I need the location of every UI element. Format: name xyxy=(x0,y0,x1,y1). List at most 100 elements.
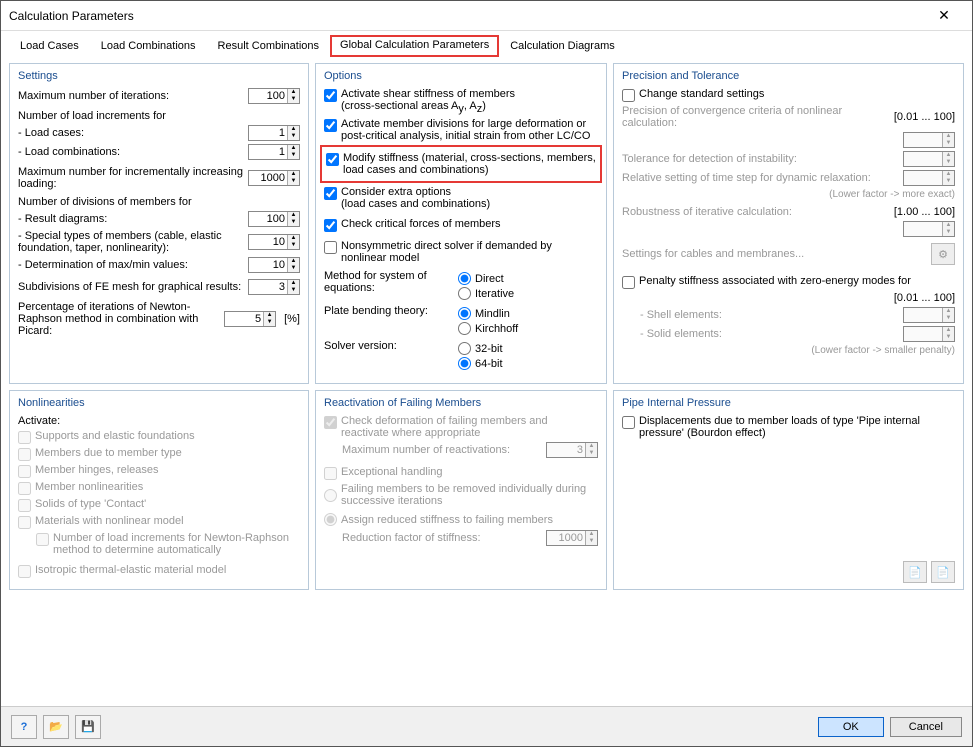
incr-header: Number of load increments for xyxy=(18,110,300,122)
chk-members-type: Members due to member type xyxy=(18,447,300,461)
save-button[interactable]: 💾 xyxy=(75,715,101,739)
red-input: ▲▼ xyxy=(546,530,598,546)
group-nonlin: Nonlinearities Activate: Supports and el… xyxy=(9,390,309,590)
tol-input: ▲▼ xyxy=(903,151,955,167)
group-settings-title: Settings xyxy=(18,70,300,82)
group-pipe-title: Pipe Internal Pressure xyxy=(622,397,955,409)
close-button[interactable]: ✕ xyxy=(924,2,964,30)
radio-32bit[interactable]: 32-bit xyxy=(458,342,503,355)
det-label: - Determination of max/min values: xyxy=(18,259,244,271)
window-title: Calculation Parameters xyxy=(9,9,924,23)
react-max-input: ▲▼ xyxy=(546,442,598,458)
group-settings: Settings Maximum number of iterations: ▲▼… xyxy=(9,63,309,384)
chk-change-settings[interactable]: Change standard settings xyxy=(622,88,955,102)
group-precision-title: Precision and Tolerance xyxy=(622,70,955,82)
solid-input: ▲▼ xyxy=(903,326,955,342)
group-options: Options Activate shear stiffness of memb… xyxy=(315,63,607,384)
chk-nonsym[interactable]: Nonsymmetric direct solver if demanded b… xyxy=(324,240,598,264)
react-max-label: Maximum number of reactivations: xyxy=(342,444,542,456)
chk-member-nonlin: Member nonlinearities xyxy=(18,481,300,495)
radio-direct[interactable]: Direct xyxy=(458,272,514,285)
cables-settings-button[interactable]: ⚙ xyxy=(931,243,955,265)
method-label: Method for system of equations: xyxy=(324,270,454,294)
chk-iso: Isotropic thermal-elastic material model xyxy=(18,564,300,578)
chk-critical[interactable]: Check critical forces of members xyxy=(324,218,598,232)
solver-label: Solver version: xyxy=(324,340,454,352)
res-input[interactable]: ▲▼ xyxy=(248,211,300,227)
gear-icon: ⚙ xyxy=(938,248,948,261)
radio-64bit[interactable]: 64-bit xyxy=(458,357,503,370)
help-button[interactable]: ? xyxy=(11,715,37,739)
red-label: Reduction factor of stiffness: xyxy=(342,532,542,544)
chk-nr-auto: Number of load increments for Newton-Rap… xyxy=(36,532,300,556)
shell-input: ▲▼ xyxy=(903,307,955,323)
pen-range: [0.01 ... 100] xyxy=(894,292,955,304)
highlight-modify-stiffness: Modify stiffness (material, cross-sectio… xyxy=(320,145,602,183)
radio-kirchhoff[interactable]: Kirchhoff xyxy=(458,322,518,335)
group-nonlin-title: Nonlinearities xyxy=(18,397,300,409)
conv-range: [0.01 ... 100] xyxy=(894,111,955,123)
chk-modify-stiffness[interactable]: Modify stiffness (material, cross-sectio… xyxy=(326,152,596,176)
tab-load-combinations[interactable]: Load Combinations xyxy=(90,35,207,57)
div-header: Number of divisions of members for xyxy=(18,196,300,208)
radio-mindlin[interactable]: Mindlin xyxy=(458,307,518,320)
folder-icon: 📂 xyxy=(49,720,63,733)
group-options-title: Options xyxy=(324,70,598,82)
radio-assign-reduced: Assign reduced stiffness to failing memb… xyxy=(324,513,598,526)
spec-label: - Special types of members (cable, elast… xyxy=(18,230,244,254)
rel-input: ▲▼ xyxy=(903,170,955,186)
chk-supports: Supports and elastic foundations xyxy=(18,430,300,444)
ok-button[interactable]: OK xyxy=(818,717,884,737)
conv-input: ▲▼ xyxy=(903,132,955,148)
corner-btn-2[interactable]: 📄 xyxy=(931,561,955,583)
open-button[interactable]: 📂 xyxy=(43,715,69,739)
tab-calc-diagrams[interactable]: Calculation Diagrams xyxy=(499,35,626,57)
pct-label: [%] xyxy=(284,313,300,325)
lc-input[interactable]: ▲▼ xyxy=(248,125,300,141)
max-incr-label: Maximum number for incrementally increas… xyxy=(18,166,244,190)
chk-extra[interactable]: Consider extra options(load cases and co… xyxy=(324,186,598,210)
max-incr-input[interactable]: ▲▼ xyxy=(248,170,300,186)
nr-input[interactable]: ▲▼ xyxy=(224,311,276,327)
lco-label: - Load combinations: xyxy=(18,146,244,158)
spec-input[interactable]: ▲▼ xyxy=(248,234,300,250)
tab-result-combinations[interactable]: Result Combinations xyxy=(207,35,331,57)
titlebar: Calculation Parameters ✕ xyxy=(1,1,972,31)
footer: ? 📂 💾 OK Cancel xyxy=(1,706,972,746)
corner-btn-1[interactable]: 📄 xyxy=(903,561,927,583)
sub-input[interactable]: ▲▼ xyxy=(248,279,300,295)
max-iter-label: Maximum number of iterations: xyxy=(18,90,244,102)
tol-label: Tolerance for detection of instability: xyxy=(622,153,899,165)
spinner-up-icon[interactable]: ▲ xyxy=(288,89,299,96)
note-exact: (Lower factor -> more exact) xyxy=(622,189,955,200)
rel-label: Relative setting of time step for dynami… xyxy=(622,172,899,184)
chk-penalty[interactable]: Penalty stiffness associated with zero-e… xyxy=(622,275,955,289)
document-icon: 📄 xyxy=(936,566,950,579)
save-icon: 💾 xyxy=(81,720,95,733)
chk-materials: Materials with nonlinear model xyxy=(18,515,300,529)
max-iter-input[interactable]: ▲▼ xyxy=(248,88,300,104)
lc-label: - Load cases: xyxy=(18,127,244,139)
res-label: - Result diagrams: xyxy=(18,213,244,225)
cancel-button[interactable]: Cancel xyxy=(890,717,962,737)
group-precision: Precision and Tolerance Change standard … xyxy=(613,63,964,384)
chk-shear[interactable]: Activate shear stiffness of members(cros… xyxy=(324,88,598,115)
group-react: Reactivation of Failing Members Check de… xyxy=(315,390,607,590)
chk-bourdon[interactable]: Displacements due to member loads of typ… xyxy=(622,415,955,439)
conv-label: Precision of convergence criteria of non… xyxy=(622,105,890,129)
group-react-title: Reactivation of Failing Members xyxy=(324,397,598,409)
group-pipe: Pipe Internal Pressure Displacements due… xyxy=(613,390,964,590)
spinner-down-icon[interactable]: ▼ xyxy=(288,96,299,103)
nr-label: Percentage of iterations of Newton-Raphs… xyxy=(18,301,220,337)
chk-divisions[interactable]: Activate member divisions for large defo… xyxy=(324,118,598,142)
tab-load-cases[interactable]: Load Cases xyxy=(9,35,90,57)
radio-fail-remove: Failing members to be removed individual… xyxy=(324,483,598,507)
document-icon: 📄 xyxy=(908,566,922,579)
radio-iterative[interactable]: Iterative xyxy=(458,287,514,300)
plate-label: Plate bending theory: xyxy=(324,305,454,317)
tab-global-calc-params[interactable]: Global Calculation Parameters xyxy=(330,35,499,57)
chk-exceptional: Exceptional handling xyxy=(324,466,598,480)
det-input[interactable]: ▲▼ xyxy=(248,257,300,273)
lco-input[interactable]: ▲▼ xyxy=(248,144,300,160)
shell-label: - Shell elements: xyxy=(640,309,899,321)
